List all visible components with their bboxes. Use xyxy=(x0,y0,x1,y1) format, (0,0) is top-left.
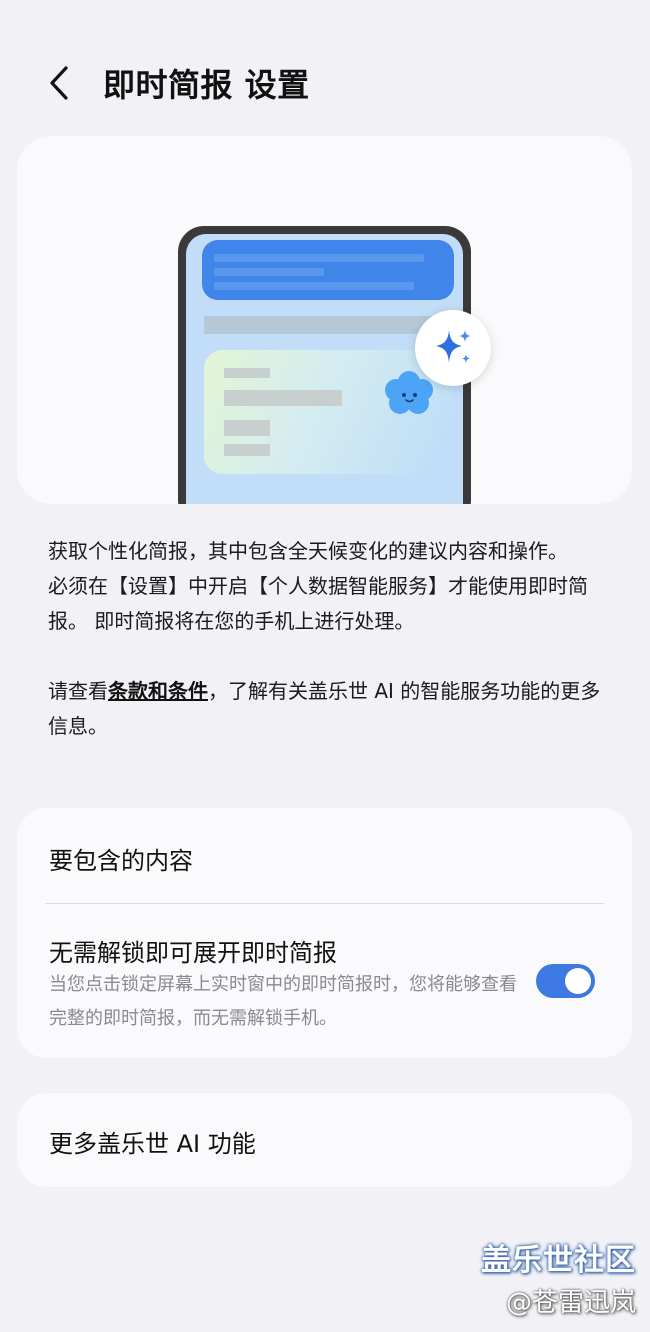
toggle-knob xyxy=(565,968,591,994)
sparkle-badge xyxy=(415,310,491,386)
unlock-expand-toggle[interactable] xyxy=(536,964,595,998)
more-ai-features-card[interactable]: 更多盖乐世 AI 功能 xyxy=(17,1093,632,1187)
content-to-include-item[interactable]: 要包含的内容 xyxy=(49,841,193,876)
placeholder-strip xyxy=(204,316,434,334)
terms-paragraph: 请查看条款和条件，了解有关盖乐世 AI 的智能服务功能的更多信息。 xyxy=(48,674,618,744)
now-brief-illustration xyxy=(17,136,632,504)
description-line2: 必须在【设置】中开启【个人数据智能服务】才能使用即时简报。 即时简报将在您的手机… xyxy=(48,574,588,633)
more-ai-features-label: 更多盖乐世 AI 功能 xyxy=(49,1130,256,1158)
unlock-expand-description: 当您点击锁定屏幕上实时窗中的即时简报时，您将能够查看完整的即时简报，而无需解锁手… xyxy=(49,974,517,1029)
watermark-community: 盖乐世社区 xyxy=(481,1243,636,1278)
back-button[interactable] xyxy=(40,58,80,108)
sparkle-icon xyxy=(436,330,471,363)
unlock-expand-title[interactable]: 无需解锁即可展开即时简报 xyxy=(49,933,337,968)
chevron-left-icon xyxy=(50,66,68,100)
terms-prefix: 请查看 xyxy=(48,679,108,703)
page-title: 即时简报 设置 xyxy=(103,66,310,104)
description-line1: 获取个性化简报，其中包含全天候变化的建议内容和操作。 xyxy=(48,539,568,563)
settings-group: 要包含的内容 无需解锁即可展开即时简报 当您点击锁定屏幕上实时窗中的即时简报时，… xyxy=(17,808,632,1058)
divider xyxy=(45,903,604,904)
description: 获取个性化简报，其中包含全天候变化的建议内容和操作。 必须在【设置】中开启【个人… xyxy=(48,534,618,744)
watermark-author: @苍雷迅岚 xyxy=(505,1288,636,1318)
notification-card xyxy=(202,240,454,300)
terms-link[interactable]: 条款和条件 xyxy=(108,679,208,703)
